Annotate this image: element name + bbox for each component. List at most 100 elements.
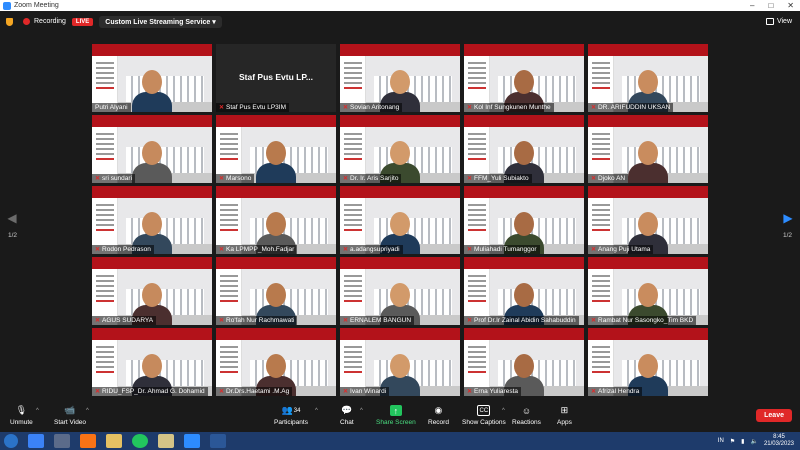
record-button[interactable]: ◉ Record (428, 405, 449, 426)
security-shield-icon[interactable] (6, 17, 13, 26)
participant-tile[interactable]: Staf Pus Evtu LP... ✕ Staf Pus Evtu LP3IM (216, 44, 336, 112)
participant-tile[interactable]: Putri Alyani (92, 44, 212, 112)
view-button[interactable]: View (765, 18, 792, 25)
volume-icon[interactable]: 🔈 (750, 438, 757, 445)
start-video-button[interactable]: 📹 Start Video (54, 405, 86, 426)
folder-icon[interactable] (158, 434, 174, 448)
firefox-icon[interactable] (80, 434, 96, 448)
participant-tile[interactable]: ✕ Rambat Nur Sasongko_Tim BKD (588, 257, 708, 325)
word-icon[interactable] (210, 434, 226, 448)
audio-options-chevron-icon[interactable]: ^ (36, 408, 39, 414)
zoom-logo-icon (3, 1, 11, 10)
leave-button[interactable]: Leave (756, 409, 792, 422)
participant-tile[interactable]: ✕ Dr. Ir. Aris Sarjito (340, 115, 460, 183)
tray-flag-icon[interactable]: ⚑ (730, 438, 735, 445)
view-grid-icon (765, 18, 774, 25)
live-badge: LIVE (71, 17, 94, 26)
window-title: Zoom Meeting (14, 2, 59, 9)
participant-tile[interactable]: ✕ Muliahadi Tumanggor (464, 186, 584, 254)
language-indicator[interactable]: IN (718, 438, 724, 444)
start-video-label: Start Video (54, 419, 87, 426)
system-tray: IN ⚑ ▮ 🔈 8:45 21/03/2023 (718, 434, 800, 448)
muted-mic-icon: ✕ (219, 247, 225, 253)
participant-name-label: ✕ sri sundari (92, 174, 136, 183)
muted-mic-icon: ✕ (591, 318, 597, 324)
chrome-icon[interactable] (132, 434, 148, 448)
background-banner (464, 328, 584, 340)
share-screen-button[interactable]: ↑ Share Screen (376, 405, 416, 426)
participant-tile[interactable]: ✕ Djoko AN (588, 115, 708, 183)
participant-tile[interactable]: ✕ Anang Puji Utama (588, 186, 708, 254)
reactions-button[interactable]: ☺ Reactions (512, 405, 541, 427)
participant-tile[interactable]: ✕ Dr.Drs.Haetami .M.Ag (216, 328, 336, 396)
participant-tile[interactable]: ✕ DR. ARIFUDDIN UKSAN (588, 44, 708, 112)
participants-chevron-icon[interactable]: ^ (315, 408, 318, 414)
participant-tile[interactable]: ✕ Kol Inf Sungkunen Munthe (464, 44, 584, 112)
page-indicator-left: 1/2 (8, 232, 18, 239)
background-banner (216, 115, 336, 127)
clock[interactable]: 8:45 21/03/2023 (764, 434, 794, 448)
show-captions-button[interactable]: CC Show Captions (462, 405, 506, 426)
participant-display-name: Staf Pus Evtu LP... (238, 72, 313, 82)
meeting-topbar: Recording LIVE Custom Live Streaming Ser… (0, 11, 800, 32)
participant-tile[interactable]: ✕ Erna Yuliaresta (464, 328, 584, 396)
participant-name: Ka LPMPP_Moh.Fadjar (226, 246, 295, 253)
participant-tile[interactable]: ✕ Ro'fah Nur Rachmawati (216, 257, 336, 325)
participant-tile[interactable]: ✕ Afrizal Hendra (588, 328, 708, 396)
participant-tile[interactable]: ✕ sri sundari (92, 115, 212, 183)
zoom-taskbar-icon[interactable] (184, 434, 200, 448)
internet-explorer-icon[interactable] (28, 434, 44, 448)
background-banner (588, 328, 708, 340)
background-banner (340, 115, 460, 127)
minimize-icon[interactable]: – (750, 1, 754, 10)
participant-tile[interactable]: ✕ Marsono (216, 115, 336, 183)
participant-name: Marsono (226, 175, 252, 182)
video-options-chevron-icon[interactable]: ^ (86, 408, 89, 414)
view-label: View (776, 18, 792, 25)
participant-name-label: ✕ Rambat Nur Sasongko_Tim BKD (588, 316, 697, 325)
participant-tile[interactable]: ✕ FFM_Yuli Subiakto (464, 115, 584, 183)
participant-tile[interactable]: ✕ a.adangsupriyadi (340, 186, 460, 254)
apps-button[interactable]: ⊞ Apps (557, 405, 572, 426)
participant-name-label: ✕ Rodon Pedrason (92, 245, 154, 254)
maximize-icon[interactable]: □ (768, 1, 773, 10)
participant-name: Dr.Drs.Haetami .M.Ag (226, 388, 290, 395)
background-banner (92, 186, 212, 198)
file-explorer-icon[interactable] (106, 434, 122, 448)
muted-mic-icon: ✕ (219, 105, 225, 111)
chat-button[interactable]: 💬 Chat (340, 405, 354, 426)
participant-name-label: ✕ ERNALEM BANGUN (340, 316, 415, 325)
participant-tile[interactable]: ✕ Sovian Aritonang (340, 44, 460, 112)
participant-tile[interactable]: ✕ Ivan Winardi (340, 328, 460, 396)
media-player-icon[interactable] (54, 434, 70, 448)
live-stream-dropdown[interactable]: Custom Live Streaming Service ▾ (99, 15, 222, 28)
participant-tile[interactable]: ✕ AGUS SUDARYA (92, 257, 212, 325)
participant-name: AGUS SUDARYA (102, 317, 154, 324)
network-icon[interactable]: ▮ (741, 438, 744, 445)
captions-chevron-icon[interactable]: ^ (502, 408, 505, 414)
muted-mic-icon: ✕ (343, 176, 349, 182)
muted-mic-icon: ✕ (343, 247, 349, 253)
participants-button[interactable]: 👥 34 Participants (274, 405, 308, 426)
clock-time: 8:45 (773, 434, 785, 440)
close-icon[interactable]: ✕ (787, 1, 794, 10)
participant-tile[interactable]: ✕ Prof Dr.Ir Zainal Abidin Sahabuddin (464, 257, 584, 325)
muted-mic-icon: ✕ (591, 105, 597, 111)
background-banner (588, 257, 708, 269)
participant-tile[interactable]: ✕ Ka LPMPP_Moh.Fadjar (216, 186, 336, 254)
participants-label: Participants (274, 419, 308, 426)
clock-date: 21/03/2023 (763, 441, 794, 447)
windows-start-icon[interactable] (4, 434, 18, 448)
share-screen-label: Share Screen (376, 419, 416, 426)
participant-tile[interactable]: ✕ RIDU_FSP_Dr. Ahmad G. Dohamid (92, 328, 212, 396)
participant-tile[interactable]: ✕ Rodon Pedrason (92, 186, 212, 254)
next-page-arrow-icon[interactable]: ▶ (782, 210, 794, 226)
muted-mic-icon: ✕ (591, 247, 597, 253)
prev-page-arrow-icon[interactable]: ◀ (6, 210, 18, 226)
chat-chevron-icon[interactable]: ^ (360, 408, 363, 414)
participant-name-label: ✕ Anang Puji Utama (588, 245, 654, 254)
participant-name-label: ✕ Ka LPMPP_Moh.Fadjar (216, 245, 298, 254)
participant-tile[interactable]: ✕ ERNALEM BANGUN (340, 257, 460, 325)
muted-mic-icon: ✕ (467, 176, 473, 182)
unmute-button[interactable]: 🎙 Unmute (10, 405, 33, 426)
